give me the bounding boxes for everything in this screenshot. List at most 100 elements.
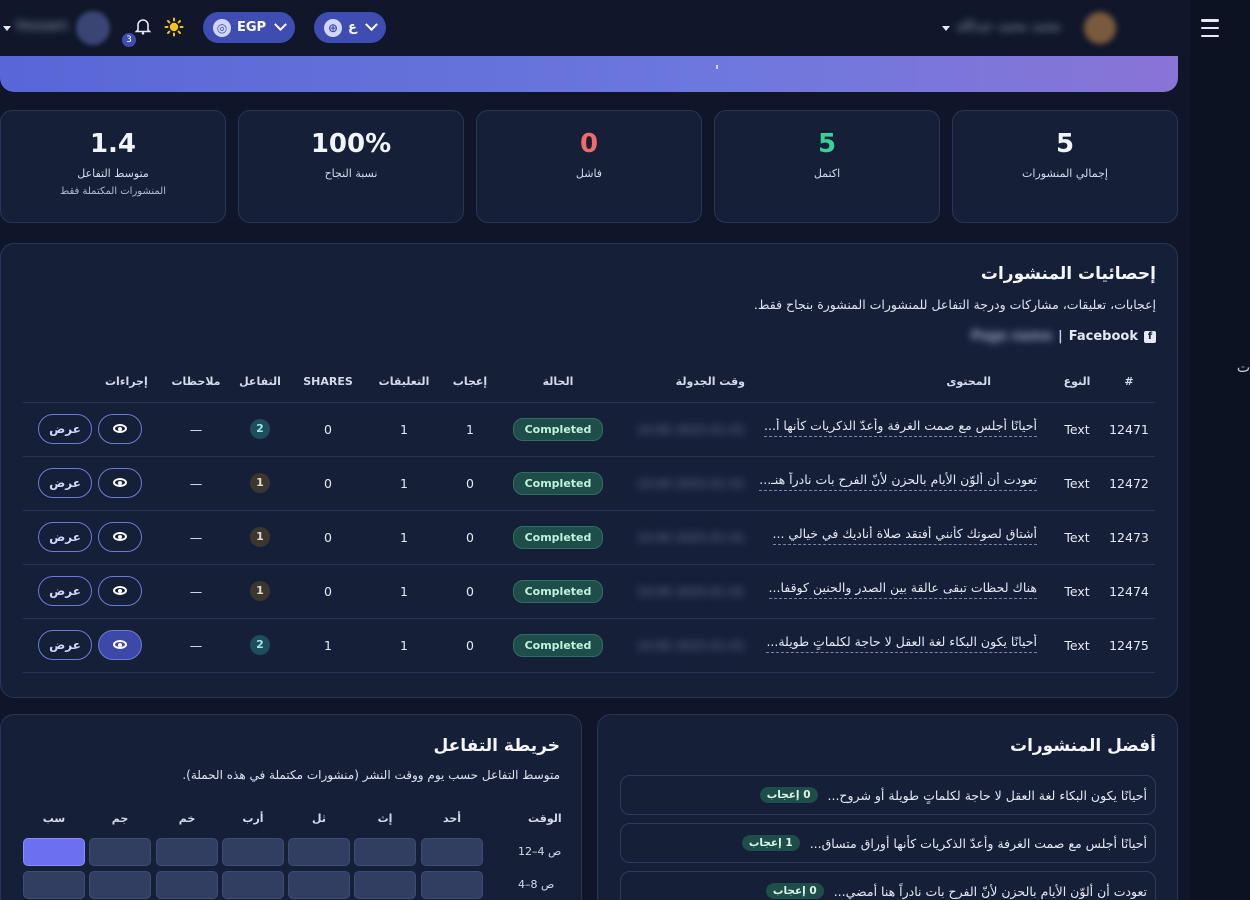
preview-button[interactable] xyxy=(98,467,142,498)
top-post-item[interactable]: 0 إعجاب أحيانًا يكون البكاء لغة العقل لا … xyxy=(620,775,1156,815)
post-content[interactable]: أحيانًا يكون البكاء لغة العقل لا حاجة لك… xyxy=(766,634,1037,653)
col-engagement: التفاعل xyxy=(231,362,289,403)
right-sidebar-strip: ت xyxy=(1190,0,1250,900)
facebook-icon: f xyxy=(1144,330,1156,343)
post-content-cell: أشتاق لصوتك كأنني أفتقد صلاة أناديك في خ… xyxy=(745,510,1051,565)
likes-value: 0 xyxy=(441,564,499,619)
post-content-cell: أحيانًا يكون البكاء لغة العقل لا حاجة لك… xyxy=(745,618,1051,673)
table-row: 12475 Text أحيانًا يكون البكاء لغة العقل ل… xyxy=(23,618,1155,673)
top-post-item[interactable]: 0 إعجاب تعودت أن ألوّن الأيام بالحزن لأنّ… xyxy=(620,871,1156,900)
table-header-row: # النوع المحتوى وقت الجدولة الحالة إعجاب… xyxy=(23,362,1155,403)
stat-card: 1.4 متوسط التفاعل المنشورات المكتملة فقط xyxy=(0,110,226,223)
top-post-text: أحيانًا يكون البكاء لغة العقل لا حاجة لك… xyxy=(827,787,1147,803)
sun-icon[interactable] xyxy=(164,17,184,37)
engagement-cell: 1 xyxy=(231,456,289,511)
heatmap-cell[interactable] xyxy=(354,838,416,866)
post-type: Text xyxy=(1051,510,1103,565)
posts-stats-description: إعجابات، تعليقات، مشاركات ودرجة التفاعل … xyxy=(753,297,1156,312)
eye-icon xyxy=(113,478,127,488)
stat-sublabel: المنشورات المكتملة فقط xyxy=(59,186,167,197)
language-selector[interactable]: ⊕ ع xyxy=(314,12,386,43)
heatmap-cell[interactable] xyxy=(421,838,483,866)
heatmap-cell[interactable] xyxy=(222,838,284,866)
stat-label: إجمالي المنشورات xyxy=(1022,167,1108,180)
preview-button[interactable] xyxy=(98,413,142,444)
heatmap-day-label: أرب xyxy=(242,812,264,825)
post-content-cell: هناك لحظات تبقى عالقة بين الصدر والحنين … xyxy=(745,564,1051,619)
user-menu-caret-icon[interactable] xyxy=(3,26,11,31)
scheduled-time: 2025-01-01 10:00 xyxy=(636,476,745,491)
stat-label: فاشل xyxy=(575,167,603,180)
comments-value: 1 xyxy=(367,564,441,619)
preview-button[interactable] xyxy=(98,521,142,552)
platform-row: f Facebook | Page name xyxy=(971,329,1156,344)
scheduled-time: 2025-01-01 10:00 xyxy=(636,638,745,653)
engagement-badge: 1 xyxy=(250,581,270,601)
hero-banner xyxy=(0,56,1178,92)
view-button[interactable]: عرض xyxy=(38,576,92,607)
eye-icon xyxy=(113,586,127,596)
heatmap-cell[interactable] xyxy=(23,838,85,866)
view-button[interactable]: عرض xyxy=(38,468,92,499)
heatmap-cell[interactable] xyxy=(354,871,416,899)
heatmap-cell[interactable] xyxy=(89,871,151,899)
avatar[interactable] xyxy=(76,11,110,45)
post-content[interactable]: تعودت أن ألوّن الأيام بالحزن لأنّ الفرح … xyxy=(759,472,1037,491)
col-comments: التعليقات xyxy=(367,362,441,403)
top-posts-title: أفضل المنشورات xyxy=(1009,736,1156,756)
heatmap-day-label: أحد xyxy=(442,812,462,825)
status-cell: Completed xyxy=(499,456,617,511)
scheduled-time: 2025-01-01 10:00 xyxy=(636,530,745,545)
scheduled-time: 2025-01-01 10:00 xyxy=(636,584,745,599)
account-menu-caret-icon[interactable] xyxy=(942,26,950,31)
notes-value: — xyxy=(161,564,231,619)
view-button[interactable]: عرض xyxy=(38,414,92,445)
globe-icon: ⊕ xyxy=(324,18,342,37)
post-id: 12471 xyxy=(1103,402,1155,457)
eye-icon xyxy=(113,424,127,434)
heatmap-cell[interactable] xyxy=(288,871,350,899)
scheduled-cell: 2025-01-01 10:00 xyxy=(617,564,745,619)
heatmap-cell[interactable] xyxy=(288,838,350,866)
account-avatar[interactable] xyxy=(1084,12,1116,44)
heatmap-cell[interactable] xyxy=(89,838,151,866)
view-button[interactable]: عرض xyxy=(38,630,92,661)
heatmap-day-label: إث xyxy=(377,812,393,825)
likes-badge: 0 إعجاب xyxy=(759,787,818,803)
post-content[interactable]: هناك لحظات تبقى عالقة بين الصدر والحنين … xyxy=(768,580,1037,599)
stat-value: 0 xyxy=(579,129,599,159)
menu-icon[interactable] xyxy=(1190,16,1230,40)
col-notes: ملاحظات xyxy=(161,362,231,403)
status-badge: Completed xyxy=(512,417,604,441)
engagement-cell: 1 xyxy=(231,510,289,565)
preview-button[interactable] xyxy=(98,575,142,606)
heatmap-cell[interactable] xyxy=(222,871,284,899)
posts-stats-title: إحصائيات المنشورات xyxy=(980,264,1156,284)
bell-icon[interactable] xyxy=(134,17,152,35)
view-button[interactable]: عرض xyxy=(38,522,92,553)
preview-button[interactable] xyxy=(98,629,142,660)
heatmap-cell[interactable] xyxy=(156,838,218,866)
top-post-item[interactable]: 1 إعجاب أحيانًا أجلس مع صمت الغرفة وأعدّ … xyxy=(620,823,1156,863)
engagement-badge: 1 xyxy=(250,473,270,493)
heatmap-cell[interactable] xyxy=(23,871,85,899)
heatmap-cell[interactable] xyxy=(156,871,218,899)
stat-value: 1.4 xyxy=(89,129,137,159)
user-name[interactable]: Hossam xyxy=(16,19,68,34)
post-id: 12475 xyxy=(1103,618,1155,673)
shares-value: 0 xyxy=(289,564,367,619)
actions-cell: عرض xyxy=(23,564,161,619)
status-cell: Completed xyxy=(499,564,617,619)
table-row: 12474 Text هناك لحظات تبقى عالقة بين الصدر… xyxy=(23,564,1155,619)
likes-value: 0 xyxy=(441,510,499,565)
heatmap-cell[interactable] xyxy=(421,871,483,899)
stat-label: نسبة النجاح xyxy=(324,167,378,180)
account-name[interactable]: محمد محمد عبدالله xyxy=(956,19,1061,34)
post-content[interactable]: أحيانًا أجلس مع صمت الغرفة وأعدّ الذكريا… xyxy=(764,418,1037,437)
post-content[interactable]: أشتاق لصوتك كأنني أفتقد صلاة أناديك في خ… xyxy=(772,526,1037,545)
actions-cell: عرض xyxy=(23,510,161,565)
separator: | xyxy=(1058,329,1063,344)
comments-value: 1 xyxy=(367,618,441,673)
currency-selector[interactable]: ◎ EGP xyxy=(203,12,296,43)
notes-value: — xyxy=(161,510,231,565)
